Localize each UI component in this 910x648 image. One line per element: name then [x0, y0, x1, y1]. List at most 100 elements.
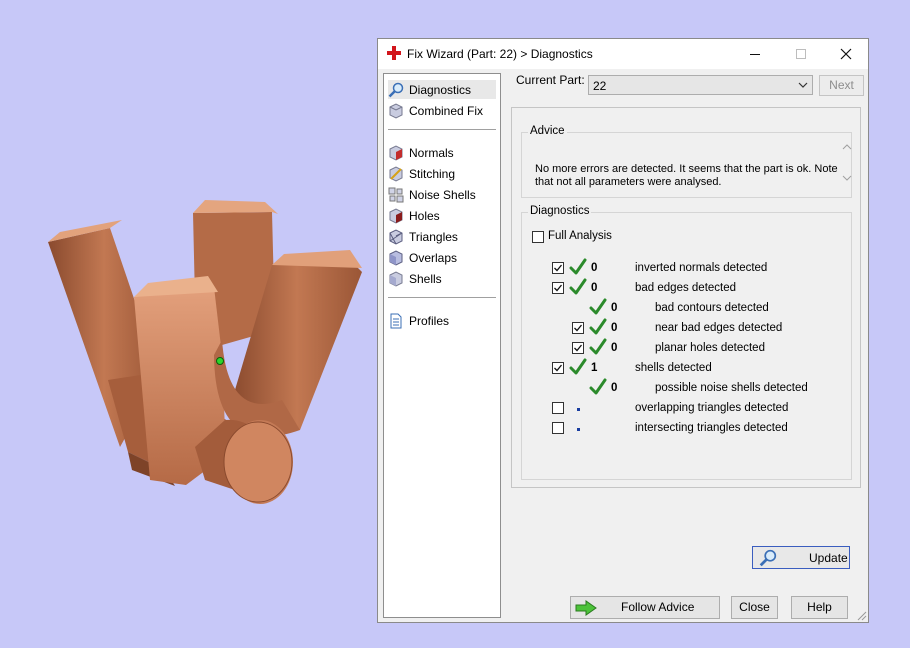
nav-item-label: Overlaps — [409, 250, 458, 265]
nav-item-normals[interactable]: Normals — [388, 143, 496, 162]
nav-item-label: Noise Shells — [409, 187, 476, 202]
resize-grip-icon[interactable] — [856, 610, 867, 621]
nav-item-combined-fix[interactable]: Combined Fix — [388, 101, 496, 120]
diagnostic-row: 0 bad contours detected — [522, 298, 842, 319]
magnifier-icon — [759, 549, 777, 567]
noise-shells-icon — [388, 187, 404, 202]
update-button[interactable]: Update — [752, 546, 850, 569]
copper-part-model[interactable] — [0, 0, 370, 645]
nav-item-diagnostics[interactable]: Diagnostics — [388, 80, 496, 99]
status-check-icon — [589, 338, 607, 359]
diagnostic-count: 0 — [591, 262, 598, 274]
nav-item-stitching[interactable]: Stitching — [388, 164, 496, 183]
minimize-icon — [750, 54, 760, 55]
diagnostic-label: planar holes detected — [655, 342, 765, 354]
status-check-icon — [569, 278, 587, 299]
nav-item-holes[interactable]: Holes — [388, 206, 496, 225]
nav-item-label: Profiles — [409, 313, 450, 328]
nav-item-profiles[interactable]: Profiles — [388, 311, 496, 330]
cube-icon — [389, 102, 403, 119]
holes-cube-icon — [389, 207, 403, 224]
checkmark-icon — [574, 344, 583, 352]
diagnostic-checkbox[interactable] — [552, 422, 564, 434]
status-check-icon — [589, 378, 607, 399]
current-part-dropdown[interactable]: 22 — [588, 75, 813, 95]
advice-group: Advice No more errors are detected. It s… — [521, 125, 854, 198]
fix-wizard-window: Fix Wizard (Part: 22) > Diagnostics Diag… — [377, 38, 869, 623]
title-bar[interactable]: Fix Wizard (Part: 22) > Diagnostics — [378, 39, 868, 69]
advice-text: No more errors are detected. It seems th… — [535, 163, 848, 197]
nav-divider — [388, 297, 496, 298]
chevron-down-icon — [798, 82, 808, 88]
diagnostic-count: 0 — [611, 382, 618, 394]
status-check-icon — [589, 298, 607, 319]
status-check-icon — [589, 318, 607, 339]
status-pending-icon — [577, 408, 580, 411]
magnifier-icon — [388, 82, 404, 97]
help-button[interactable]: Help — [791, 596, 848, 619]
diagnostics-group: Diagnostics Full Analysis 0 inverted norm… — [521, 205, 852, 569]
status-check-icon — [569, 358, 587, 379]
advice-scrollbar[interactable] — [840, 140, 854, 185]
nav-item-triangles[interactable]: Triangles — [388, 227, 496, 246]
pick-point-marker — [216, 357, 224, 365]
update-button-label: Update — [809, 551, 848, 565]
diagnostic-checkbox[interactable] — [572, 322, 584, 334]
checkmark-icon — [554, 264, 563, 272]
diagnostic-count: 0 — [611, 322, 618, 334]
right-arrow-icon — [575, 600, 597, 616]
overlaps-cube-icon — [389, 249, 403, 266]
window-title: Fix Wizard (Part: 22) > Diagnostics — [407, 47, 593, 61]
diagnostic-checkbox[interactable] — [552, 362, 564, 374]
diagnostic-label: near bad edges detected — [655, 322, 783, 334]
diagnostic-label: inverted normals detected — [635, 262, 768, 274]
document-icon — [390, 313, 402, 328]
diagnostic-label: shells detected — [635, 362, 712, 374]
nav-item-label: Normals — [409, 145, 454, 160]
diagnostic-checkbox[interactable] — [572, 342, 584, 354]
follow-advice-label: Follow Advice — [621, 600, 695, 614]
nav-item-label: Holes — [409, 208, 440, 223]
diagnostic-row: 0 planar holes detected — [522, 338, 842, 359]
wizard-nav-panel: Diagnostics Combined Fix Normals Stitchi… — [383, 73, 501, 618]
diagnostic-checkbox[interactable] — [552, 262, 564, 274]
nav-item-overlaps[interactable]: Overlaps — [388, 248, 496, 267]
current-part-value: 22 — [593, 79, 607, 93]
full-analysis-label: Full Analysis — [548, 230, 612, 242]
checkmark-icon — [554, 284, 563, 292]
diagnostic-row: 0 near bad edges detected — [522, 318, 842, 339]
checkmark-icon — [554, 364, 563, 372]
full-analysis-checkbox[interactable] — [532, 231, 544, 243]
nav-item-label: Diagnostics — [409, 82, 472, 97]
nav-item-label: Triangles — [409, 229, 458, 244]
diagnostic-row: overlapping triangles detected — [522, 400, 842, 418]
status-check-icon — [569, 258, 587, 279]
triangles-cube-icon — [389, 228, 403, 245]
current-part-label: Current Part: — [516, 73, 585, 87]
diagnostic-count: 0 — [591, 282, 598, 294]
diagnostic-label: bad contours detected — [655, 302, 769, 314]
shells-cube-icon — [389, 270, 403, 287]
nav-item-shells[interactable]: Shells — [388, 269, 496, 288]
diagnostic-row: 0 inverted normals detected — [522, 258, 842, 279]
diagnostic-count: 0 — [611, 302, 618, 314]
maximize-icon — [796, 49, 806, 59]
normals-cube-icon — [389, 144, 403, 161]
diagnostic-checkbox[interactable] — [552, 282, 564, 294]
next-button[interactable]: Next — [819, 75, 864, 96]
nav-item-label: Shells — [409, 271, 442, 286]
nav-item-label: Combined Fix — [409, 103, 484, 118]
diagnostic-checkbox[interactable] — [552, 402, 564, 414]
maximize-button[interactable] — [778, 39, 824, 69]
close-button[interactable]: Close — [731, 596, 778, 619]
nav-item-noise-shells[interactable]: Noise Shells — [388, 185, 496, 204]
status-pending-icon — [577, 428, 580, 431]
stitching-cube-icon — [389, 165, 403, 182]
minimize-button[interactable] — [732, 39, 778, 69]
close-icon — [840, 48, 852, 60]
diagnostic-label: possible noise shells detected — [655, 382, 808, 394]
diagnostics-panel: Advice No more errors are detected. It s… — [511, 107, 861, 569]
3d-viewport[interactable] — [0, 0, 370, 645]
follow-advice-button[interactable]: Follow Advice — [570, 596, 720, 619]
close-window-button[interactable] — [823, 39, 869, 69]
